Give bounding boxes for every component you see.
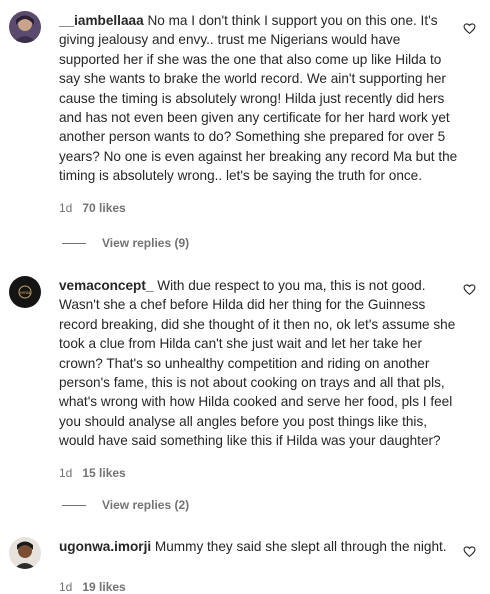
comment-meta: 1d 70 likes (59, 201, 126, 215)
comment-body: ugonwa.imorji Mummy they said she slept … (59, 537, 459, 556)
comment-time: 1d (59, 580, 73, 594)
comment-body: vemaconcept_ With due respect to you ma,… (59, 276, 459, 451)
view-replies-label: View replies (9) (102, 236, 190, 250)
replies-divider (62, 242, 86, 244)
comment-likes[interactable]: 19 likes (82, 580, 125, 594)
comment-text: With due respect to you ma, this is not … (59, 278, 456, 449)
avatar[interactable] (9, 537, 41, 569)
comment-meta: 1d 15 likes (59, 466, 126, 480)
comment-username[interactable]: vemaconcept_ (59, 278, 153, 293)
avatar[interactable]: vema (9, 276, 41, 308)
view-replies-button[interactable]: View replies (9) (62, 236, 189, 250)
comment-username[interactable]: __iambellaaa (59, 13, 144, 28)
view-replies-label: View replies (2) (102, 498, 190, 512)
comment-text: No ma I don't think I support you on thi… (59, 13, 458, 184)
replies-divider (62, 504, 86, 506)
heart-outline-icon[interactable] (463, 22, 476, 35)
avatar[interactable] (9, 11, 41, 43)
heart-outline-icon[interactable] (463, 545, 476, 558)
comment-likes[interactable]: 15 likes (82, 466, 125, 480)
avatar-logo-text: vema (20, 291, 32, 296)
comment-meta: 1d 19 likes (59, 580, 126, 594)
comment-username[interactable]: ugonwa.imorji (59, 539, 151, 554)
comment-text: Mummy they said she slept all through th… (154, 539, 447, 554)
comment-likes[interactable]: 70 likes (82, 201, 125, 215)
comment-time: 1d (59, 466, 73, 480)
comment-body: __iambellaaa No ma I don't think I suppo… (59, 11, 459, 186)
heart-outline-icon[interactable] (463, 283, 476, 296)
view-replies-button[interactable]: View replies (2) (62, 498, 189, 512)
comment-time: 1d (59, 201, 73, 215)
